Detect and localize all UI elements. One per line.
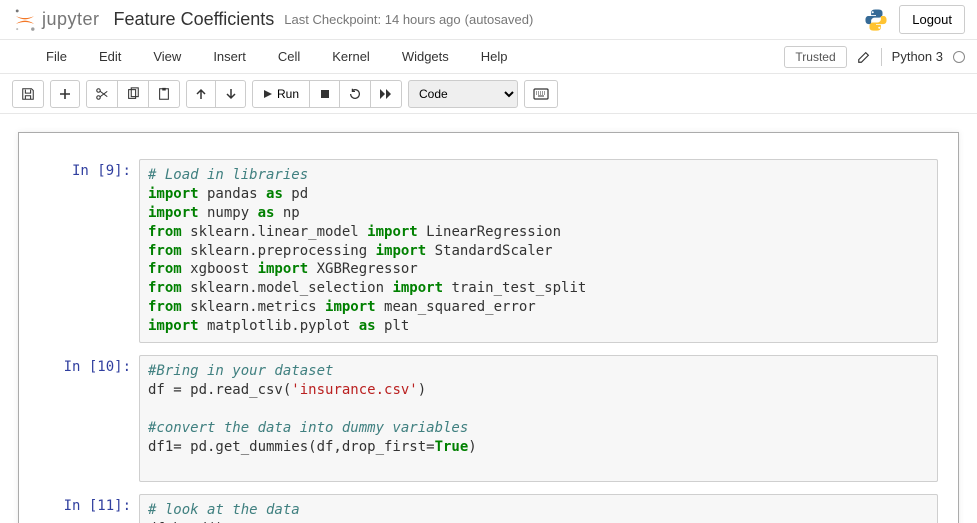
code-input[interactable]: # Load in libraries import pandas as pd … (139, 159, 938, 343)
toolbar: Run Code (0, 74, 977, 114)
scissors-icon (95, 87, 109, 101)
notebook-scroll[interactable]: In [9]:# Load in libraries import pandas… (0, 114, 977, 523)
input-prompt: In [11]: (27, 494, 139, 523)
menu-insert[interactable]: Insert (197, 41, 262, 72)
code-cell[interactable]: In [10]:#Bring in your dataset df = pd.r… (27, 351, 950, 486)
menu-view[interactable]: View (137, 41, 197, 72)
menu-kernel[interactable]: Kernel (316, 41, 386, 72)
play-icon (263, 89, 273, 99)
header: jupyter Feature Coefficients Last Checkp… (0, 0, 977, 40)
input-prompt: In [9]: (27, 159, 139, 343)
checkpoint-text: Last Checkpoint: 14 hours ago (284, 12, 460, 27)
copy-button[interactable] (118, 80, 149, 108)
code-input[interactable]: #Bring in your dataset df = pd.read_csv(… (139, 355, 938, 482)
copy-icon (126, 87, 140, 101)
cut-button[interactable] (86, 80, 118, 108)
trusted-badge[interactable]: Trusted (784, 46, 846, 68)
notebook-title[interactable]: Feature Coefficients (114, 9, 275, 30)
menu-help[interactable]: Help (465, 41, 524, 72)
move-down-button[interactable] (216, 80, 246, 108)
kernel-name[interactable]: Python 3 (892, 49, 943, 64)
fast-forward-icon (379, 88, 393, 100)
restart-run-all-button[interactable] (371, 80, 402, 108)
kernel-status-icon (953, 51, 965, 63)
logout-button[interactable]: Logout (899, 5, 965, 34)
logo-text: jupyter (42, 9, 100, 30)
plus-icon (59, 88, 71, 100)
menu-file[interactable]: File (30, 41, 83, 72)
pencil-icon[interactable] (857, 50, 871, 64)
keyboard-icon (533, 88, 549, 100)
clipboard-icon (157, 87, 171, 101)
code-cell[interactable]: In [11]:# look at the data df.head() (27, 490, 950, 523)
arrow-up-icon (195, 88, 207, 100)
menu-cell[interactable]: Cell (262, 41, 316, 72)
save-button[interactable] (12, 80, 44, 108)
paste-button[interactable] (149, 80, 180, 108)
cell-type-select[interactable]: Code (408, 80, 518, 108)
autosave-text: (autosaved) (465, 12, 534, 27)
menu-widgets[interactable]: Widgets (386, 41, 465, 72)
menubar: FileEditViewInsertCellKernelWidgetsHelp … (0, 40, 977, 74)
restart-button[interactable] (340, 80, 371, 108)
notebook: In [9]:# Load in libraries import pandas… (18, 132, 959, 523)
move-up-button[interactable] (186, 80, 216, 108)
code-cell[interactable]: In [9]:# Load in libraries import pandas… (27, 155, 950, 347)
menu-edit[interactable]: Edit (83, 41, 137, 72)
input-prompt: In [10]: (27, 355, 139, 482)
python-icon (863, 7, 889, 33)
restart-icon (348, 87, 362, 101)
interrupt-button[interactable] (310, 80, 340, 108)
run-button[interactable]: Run (252, 80, 310, 108)
stop-icon (320, 89, 330, 99)
save-icon (21, 87, 35, 101)
jupyter-icon (12, 7, 38, 33)
code-input[interactable]: # look at the data df.head() (139, 494, 938, 523)
run-label: Run (277, 87, 299, 101)
jupyter-logo[interactable]: jupyter (12, 7, 100, 33)
command-palette-button[interactable] (524, 80, 558, 108)
add-cell-button[interactable] (50, 80, 80, 108)
arrow-down-icon (225, 88, 237, 100)
